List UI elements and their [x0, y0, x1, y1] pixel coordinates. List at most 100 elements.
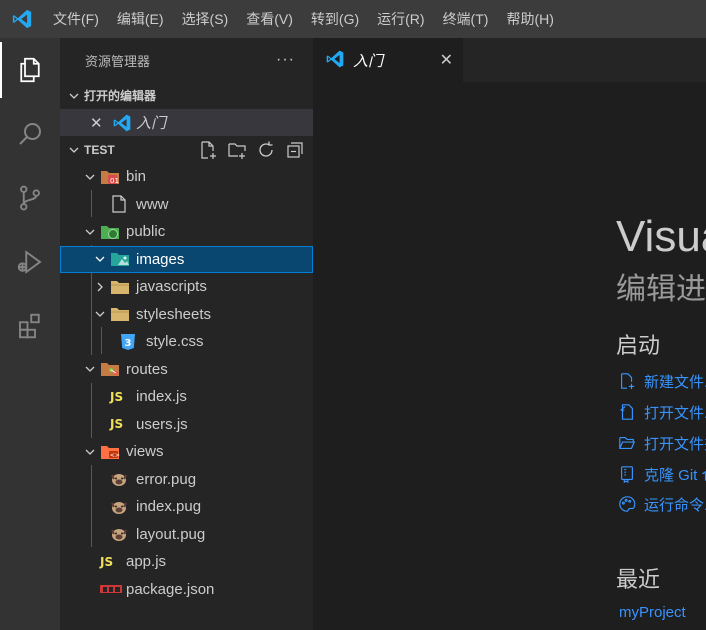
tree-folder-public[interactable]: public	[60, 218, 313, 246]
file-tree: 01 bin www public images javascripts sty…	[60, 163, 313, 603]
start-heading: 启动	[616, 333, 661, 358]
close-icon[interactable]: ✕	[90, 114, 112, 132]
menu-file[interactable]: 文件(F)	[44, 0, 108, 38]
tree-label: public	[126, 223, 166, 241]
recent-item-myproject[interactable]: myProject	[619, 604, 686, 621]
tree-folder-routes[interactable]: routes	[60, 356, 313, 384]
open-editors-section[interactable]: 打开的编辑器	[60, 82, 313, 109]
open-editor-item[interactable]: ✕ 入门	[60, 109, 313, 136]
tree-file-layout-pug[interactable]: layout.pug	[60, 521, 313, 549]
welcome-title: Visual Studio Code	[616, 212, 706, 261]
folder-icon	[110, 305, 136, 323]
refresh-icon[interactable]	[256, 140, 276, 160]
chevron-down-icon	[64, 144, 84, 156]
js-icon: JS	[100, 554, 114, 569]
tab-welcome[interactable]: 入门 ✕	[313, 38, 463, 82]
tree-folder-stylesheets[interactable]: stylesheets	[60, 301, 313, 329]
npm-icon	[100, 584, 126, 594]
explorer-title: 资源管理器	[85, 53, 151, 69]
menu-bar: 文件(F) 编辑(E) 选择(S) 查看(V) 转到(G) 运行(R) 终端(T…	[44, 0, 563, 38]
welcome-subtitle: 编辑进化	[616, 273, 706, 306]
vscode-file-icon	[112, 113, 136, 133]
menu-terminal[interactable]: 终端(T)	[434, 0, 498, 38]
tree-label: bin	[126, 168, 147, 186]
tree-folder-images[interactable]: images	[60, 245, 313, 273]
menu-selection[interactable]: 选择(S)	[173, 0, 238, 38]
tree-file-package-json[interactable]: package.json	[60, 576, 313, 604]
welcome-page: Visual Studio Code 编辑进化 启动 新建文件... 打开文件.…	[313, 82, 706, 630]
more-actions-icon[interactable]: ···	[276, 51, 295, 69]
open-file-link[interactable]: 打开文件...	[618, 401, 706, 423]
tree-file-index-pug[interactable]: index.pug	[60, 493, 313, 521]
chevron-down-icon	[80, 446, 100, 458]
chevron-down-icon	[90, 253, 110, 265]
tree-folder-views[interactable]: <> views	[60, 438, 313, 466]
explorer-icon[interactable]	[0, 38, 60, 102]
js-icon: JS	[110, 417, 124, 432]
link-label: 打开文件夹...	[644, 435, 706, 453]
menu-view[interactable]: 查看(V)	[237, 0, 302, 38]
extensions-icon[interactable]	[0, 294, 60, 358]
explorer-sidebar: 资源管理器 ··· 打开的编辑器 ✕ 入门 TEST 01 bin www pu…	[60, 38, 313, 630]
collapse-all-icon[interactable]	[285, 140, 305, 160]
menu-help[interactable]: 帮助(H)	[497, 0, 562, 38]
chevron-down-icon	[90, 308, 110, 320]
link-label: 运行命令...	[644, 496, 706, 514]
run-debug-icon[interactable]	[0, 230, 60, 294]
tree-label: package.json	[126, 580, 215, 598]
pug-icon	[110, 526, 136, 542]
search-icon[interactable]	[0, 102, 60, 166]
new-file-link[interactable]: 新建文件...	[618, 370, 706, 392]
open-editors-label: 打开的编辑器	[84, 89, 157, 103]
file-icon	[110, 194, 136, 214]
source-control-icon[interactable]	[0, 166, 60, 230]
tree-label: app.js	[126, 553, 167, 571]
tree-folder-javascripts[interactable]: javascripts	[60, 273, 313, 301]
css-icon: 3	[120, 333, 146, 351]
menu-go[interactable]: 转到(G)	[302, 0, 368, 38]
views-folder-icon: <>	[100, 443, 126, 461]
open-editor-label: 入门	[136, 115, 167, 132]
open-file-icon	[618, 403, 644, 421]
new-file-icon[interactable]	[198, 140, 218, 160]
activity-bar	[0, 38, 60, 630]
svg-text:01: 01	[110, 177, 119, 185]
title-bar: 文件(F) 编辑(E) 选择(S) 查看(V) 转到(G) 运行(R) 终端(T…	[0, 0, 706, 38]
tree-label: views	[126, 443, 164, 461]
menu-run[interactable]: 运行(R)	[368, 0, 433, 38]
chevron-down-icon	[80, 226, 100, 238]
pug-icon	[110, 499, 136, 515]
new-folder-icon[interactable]	[227, 140, 247, 160]
link-label: 打开文件...	[644, 404, 706, 422]
open-folder-link[interactable]: 打开文件夹...	[618, 432, 706, 454]
folder-section-test[interactable]: TEST	[60, 136, 313, 163]
link-label: 新建文件...	[644, 373, 706, 391]
tree-file-app-js[interactable]: JS app.js	[60, 548, 313, 576]
palette-icon	[618, 495, 644, 513]
svg-text:<>: <>	[110, 452, 120, 459]
tree-label: error.pug	[136, 470, 197, 488]
menu-edit[interactable]: 编辑(E)	[108, 0, 173, 38]
chevron-down-icon	[80, 363, 100, 375]
tree-label: layout.pug	[136, 525, 206, 543]
tree-file-users-js[interactable]: JS users.js	[60, 411, 313, 439]
tab-close-icon[interactable]: ✕	[440, 50, 453, 70]
tree-label: routes	[126, 360, 168, 378]
tree-label: index.pug	[136, 498, 202, 516]
tree-file-index-js[interactable]: JS index.js	[60, 383, 313, 411]
chevron-down-icon	[80, 171, 100, 183]
public-folder-icon	[100, 223, 126, 241]
images-folder-icon	[110, 250, 136, 268]
tree-file-style-css[interactable]: 3 style.css	[60, 328, 313, 356]
tree-folder-bin[interactable]: 01 bin	[60, 163, 313, 191]
tree-file-www[interactable]: www	[60, 191, 313, 219]
explorer-header: 资源管理器 ···	[60, 38, 313, 82]
tree-label: javascripts	[136, 278, 207, 296]
clone-git-link[interactable]: 克隆 Git 仓库...	[618, 463, 706, 485]
open-folder-icon	[618, 434, 644, 452]
new-file-icon	[618, 372, 644, 390]
bin-folder-icon: 01	[100, 168, 126, 186]
run-command-link[interactable]: 运行命令...	[618, 493, 706, 515]
pug-icon	[110, 471, 136, 487]
tree-file-error-pug[interactable]: error.pug	[60, 466, 313, 494]
